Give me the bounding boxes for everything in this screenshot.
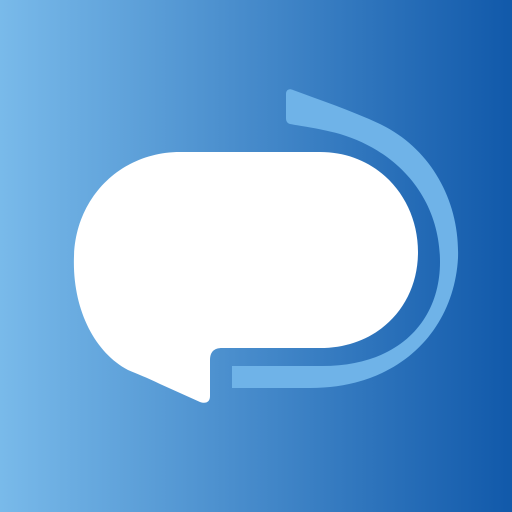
app-icon xyxy=(0,0,512,512)
app-icon-graphic xyxy=(0,0,512,512)
